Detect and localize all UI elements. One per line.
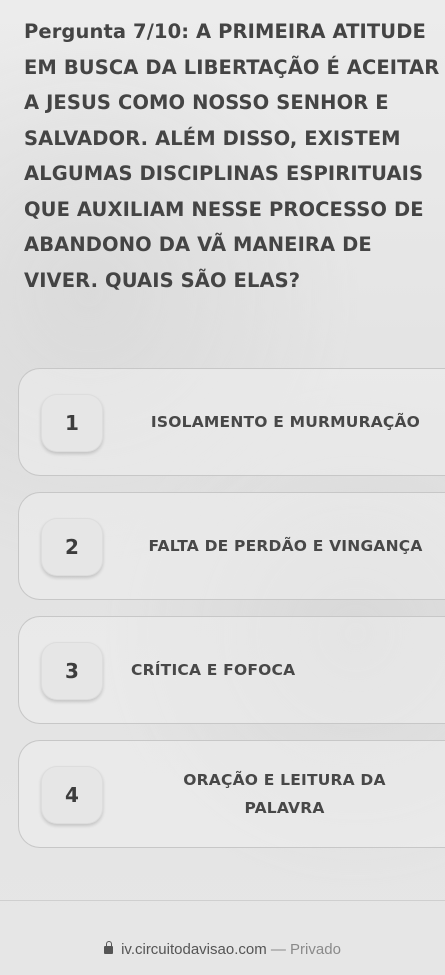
answer-option-4[interactable]: 4 ORAÇÃO E LEITURA DA PALAVRA [18,740,445,848]
answer-option-1[interactable]: 1 ISOLAMENTO E MURMURAÇÃO [18,368,445,476]
option-label: ORAÇÃO E LEITURA DA PALAVRA [183,771,386,817]
browser-address-bar[interactable]: iv.circuitodavisao.com — Privado [0,941,445,958]
option-label: FALTA DE PERDÃO E VINGANÇA [148,537,423,555]
option-number-badge: 4 [41,766,103,824]
privacy-label: Privado [290,941,341,958]
answer-option-3[interactable]: 3 CRÍTICA E FOFOCA [18,616,445,724]
question-counter: Pergunta 7/10: [24,20,190,43]
option-label: ISOLAMENTO E MURMURAÇÃO [150,413,421,431]
lock-icon [104,941,114,954]
browser-bar-divider [0,900,445,901]
option-number-badge: 2 [41,518,103,576]
question-body: A PRIMEIRA ATITUDE EM BUSCA DA LIBERTAÇÃ… [24,20,440,292]
site-url: iv.circuitodavisao.com [121,941,267,958]
answer-option-2[interactable]: 2 FALTA DE PERDÃO E VINGANÇA [18,492,445,600]
option-number-badge: 3 [41,642,103,700]
option-number-badge: 1 [41,394,103,452]
separator: — [270,941,286,958]
option-label: CRÍTICA E FOFOCA [131,661,296,679]
question-text: Pergunta 7/10: A PRIMEIRA ATITUDE EM BUS… [24,14,444,298]
